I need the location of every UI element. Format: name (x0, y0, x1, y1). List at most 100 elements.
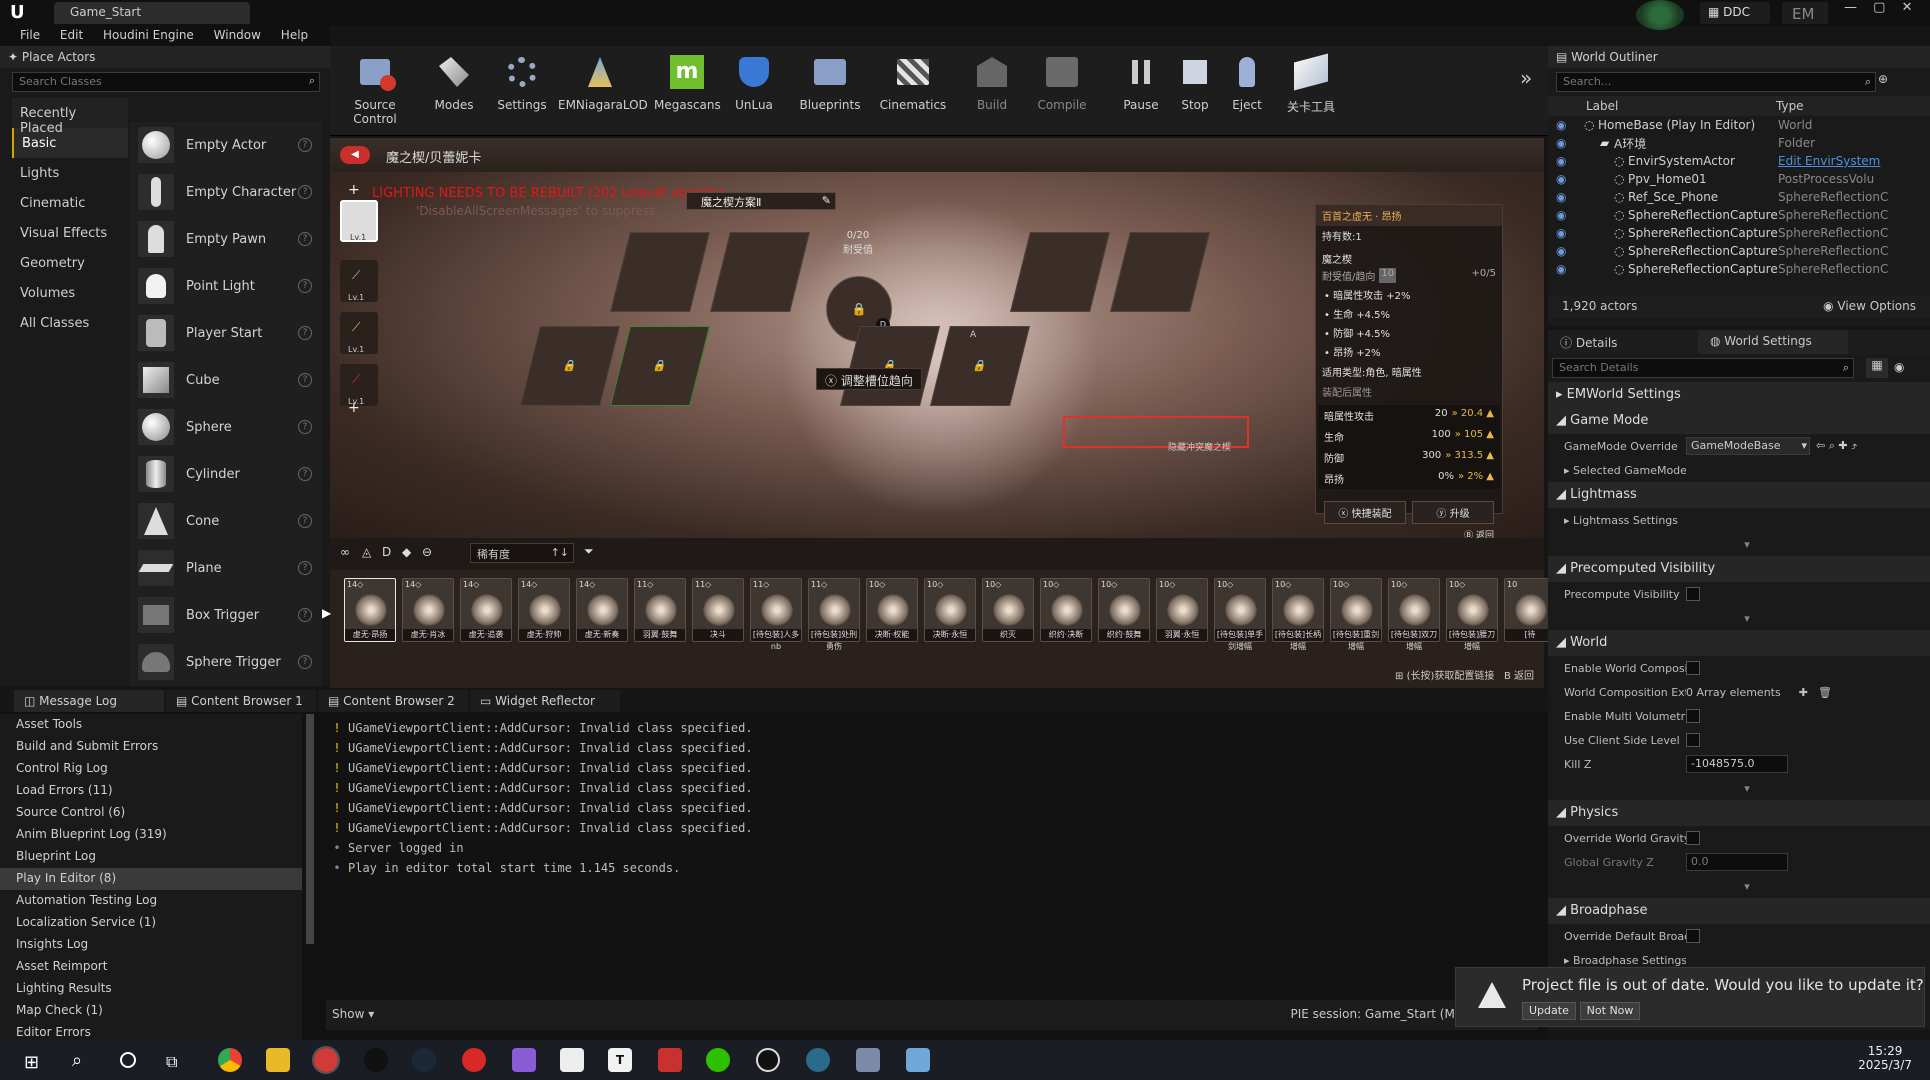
trash-icon[interactable]: 🗑 (1818, 686, 1832, 699)
col-label[interactable]: Label (1556, 99, 1776, 113)
help-icon[interactable]: ? (298, 655, 312, 669)
category-lights[interactable]: Lights (12, 158, 128, 188)
actor-plane[interactable]: Plane? (130, 545, 322, 592)
strip-arrow-icon[interactable]: ▶ (322, 606, 331, 620)
weapon-slot-2[interactable]: ⟋ Lv.1 (340, 312, 378, 354)
filter-diamond-icon[interactable]: ◆ (402, 545, 411, 559)
add-element-icon[interactable]: ✚ (1799, 686, 1808, 699)
outliner-row[interactable]: ◉ ◌ HomeBase (Play In Editor) World (1556, 116, 1930, 134)
menu-houdini[interactable]: Houdini Engine (95, 26, 202, 44)
close-icon[interactable]: ✕ (1902, 0, 1913, 15)
app-icon-gray[interactable] (856, 1048, 880, 1072)
adjust-slot-button[interactable]: ⓧ 调整槽位趋向 (816, 368, 922, 390)
visibility-eye-icon[interactable]: ◉ (1556, 172, 1614, 186)
class-search-input[interactable]: Search Classes ⌕ (12, 72, 320, 92)
visibility-eye-icon[interactable]: ◉ (1556, 208, 1614, 222)
cortana-icon[interactable] (120, 1052, 136, 1068)
mod-card[interactable]: 10◇ [待包装]重剑增幅 (1330, 578, 1382, 651)
outliner-search-input[interactable]: Search... ⌕ (1556, 72, 1876, 92)
section-broadphase[interactable]: ◢ Broadphase (1548, 898, 1930, 924)
actor-box-trigger[interactable]: Box Trigger? (130, 592, 322, 639)
mod-card[interactable]: 10◇ [待包装]双刀增幅 (1388, 578, 1440, 651)
category-visual-effects[interactable]: Visual Effects (12, 218, 128, 248)
help-icon[interactable]: ? (298, 279, 312, 293)
mod-card[interactable]: 10◇ 羽翼·永恒 (1156, 578, 1208, 642)
tab-message-log[interactable]: ◫ Message Log (14, 690, 164, 712)
mod-card[interactable]: 10◇ 织约·鼓舞 (1098, 578, 1150, 642)
wechat-icon[interactable] (706, 1048, 730, 1072)
log-category[interactable]: Lighting Results (0, 978, 302, 1000)
mod-card[interactable]: 10◇ [待包装]单手剑增幅 (1214, 578, 1266, 651)
log-category[interactable]: Insights Log (0, 934, 302, 956)
mod-card[interactable]: 11◇ 决斗 (692, 578, 744, 642)
edit-icon[interactable]: ✎ (822, 194, 831, 207)
use-selected-icon[interactable]: ⇦ ⌕ ✚ ⤴ (1816, 439, 1857, 453)
add-slot-icon[interactable]: + (348, 400, 360, 416)
eject-button[interactable]: Eject (1222, 50, 1272, 112)
details-search-input[interactable]: Search Details ⌕ (1552, 358, 1854, 378)
log-category-scrollbar[interactable] (306, 714, 314, 944)
visibility-eye-icon[interactable]: ◉ (1556, 226, 1614, 240)
category-cinematic[interactable]: Cinematic (12, 188, 128, 218)
log-category[interactable]: Blueprint Log (0, 846, 302, 868)
plan-selector[interactable]: 魔之楔方案Ⅱ ✎ (686, 192, 836, 210)
filter-all-icon[interactable]: ∞ (340, 545, 350, 559)
level-tools-button[interactable]: 关卡工具 (1276, 50, 1346, 115)
quick-equip-button[interactable]: ⓧ 快捷装配 (1324, 501, 1406, 524)
section-lightmass[interactable]: ◢ Lightmass (1548, 482, 1930, 508)
tab-world-settings[interactable]: ◍ World Settings (1698, 330, 1848, 354)
show-filter-button[interactable]: Show ▾ (332, 1007, 374, 1023)
actor-cone[interactable]: Cone? (130, 498, 322, 545)
visibility-eye-icon[interactable]: ◉ (1556, 118, 1584, 132)
hide-conflict-toggle[interactable]: 隐藏冲突魔之楔 (1168, 440, 1231, 453)
outliner-row[interactable]: ◉ ◌ SphereReflectionCapture5 SphereReflecti… (1556, 260, 1930, 278)
level-tab[interactable]: Game_Start (54, 2, 250, 24)
log-category[interactable]: Asset Tools (0, 714, 302, 736)
unreal-engine-icon[interactable] (756, 1048, 780, 1072)
expand-more-icon[interactable]: ▾ (1548, 606, 1930, 630)
not-now-button[interactable]: Not Now (1579, 1002, 1641, 1020)
mod-card[interactable]: 11◇ 羽翼·鼓舞 (634, 578, 686, 642)
outliner-row[interactable]: ◉ ◌ Ref_Sce_Phone SphereReflectionC (1556, 188, 1930, 206)
tab-widget-reflector[interactable]: ▭ Widget Reflector (470, 690, 620, 712)
mod-card[interactable]: 10◇ 织约·决断 (1040, 578, 1092, 642)
modes-button[interactable]: Modes (426, 50, 482, 112)
filter-type-icon[interactable]: ◬ (362, 545, 371, 559)
config-link-hint[interactable]: (长按)获取配置链接 (1407, 671, 1495, 682)
tab-details[interactable]: ⓘ Details (1548, 330, 1698, 354)
character-portrait[interactable]: Lv.1 (340, 200, 378, 242)
section-precomputed[interactable]: ◢ Precomputed Visibility (1548, 556, 1930, 582)
use-client-side-checkbox[interactable] (1686, 733, 1700, 747)
menu-file[interactable]: File (0, 26, 48, 44)
mod-card[interactable]: 10◇ [待包装]长柄增幅 (1272, 578, 1324, 651)
actor-empty-character[interactable]: Empty Character? (130, 169, 322, 216)
selected-gamemode-row[interactable]: ▸ Selected GameMode (1548, 458, 1930, 482)
visibility-eye-icon[interactable]: ◉ (1556, 154, 1614, 168)
expand-more-icon[interactable]: ▾ (1548, 874, 1930, 898)
expand-more-icon[interactable]: ▾ (1548, 776, 1930, 800)
menu-window[interactable]: Window (206, 26, 269, 44)
enable-multi-vol-checkbox[interactable] (1686, 709, 1700, 723)
add-actor-icon[interactable]: ⊕ (1878, 72, 1896, 90)
mod-card[interactable]: 11◇ [待包装]人多nb (750, 578, 802, 651)
mod-card[interactable]: 14◇ 虚无·追袭 (460, 578, 512, 642)
filter-funnel-icon[interactable]: ⏷ (584, 544, 594, 559)
section-physics[interactable]: ◢ Physics (1548, 800, 1930, 826)
update-button[interactable]: Update (1522, 1002, 1576, 1020)
outliner-row[interactable]: ◉ ▰ A环境 Folder (1556, 134, 1930, 152)
add-slot-icon[interactable]: + (348, 182, 360, 198)
emniagara-lod-button[interactable]: EMNiagaraLOD (558, 50, 648, 112)
log-category[interactable]: Play In Editor (8) (0, 868, 302, 890)
filter-d-icon[interactable]: D (382, 545, 391, 559)
outliner-row[interactable]: ◉ ◌ Ppv_Home01 PostProcessVolu (1556, 170, 1930, 188)
log-category[interactable]: Control Rig Log (0, 758, 302, 780)
tab-content-browser-1[interactable]: ▤ Content Browser 1 (166, 690, 316, 712)
source-control-status-icon[interactable] (1636, 0, 1684, 30)
chrome-icon[interactable] (218, 1048, 242, 1072)
log-category[interactable]: Localization Service (1) (0, 912, 302, 934)
log-category[interactable]: Build and Submit Errors (0, 736, 302, 758)
menu-edit[interactable]: Edit (52, 26, 91, 44)
category-geometry[interactable]: Geometry (12, 248, 128, 278)
visibility-eye-icon[interactable]: ◉ (1556, 190, 1614, 204)
menu-help[interactable]: Help (273, 26, 316, 44)
